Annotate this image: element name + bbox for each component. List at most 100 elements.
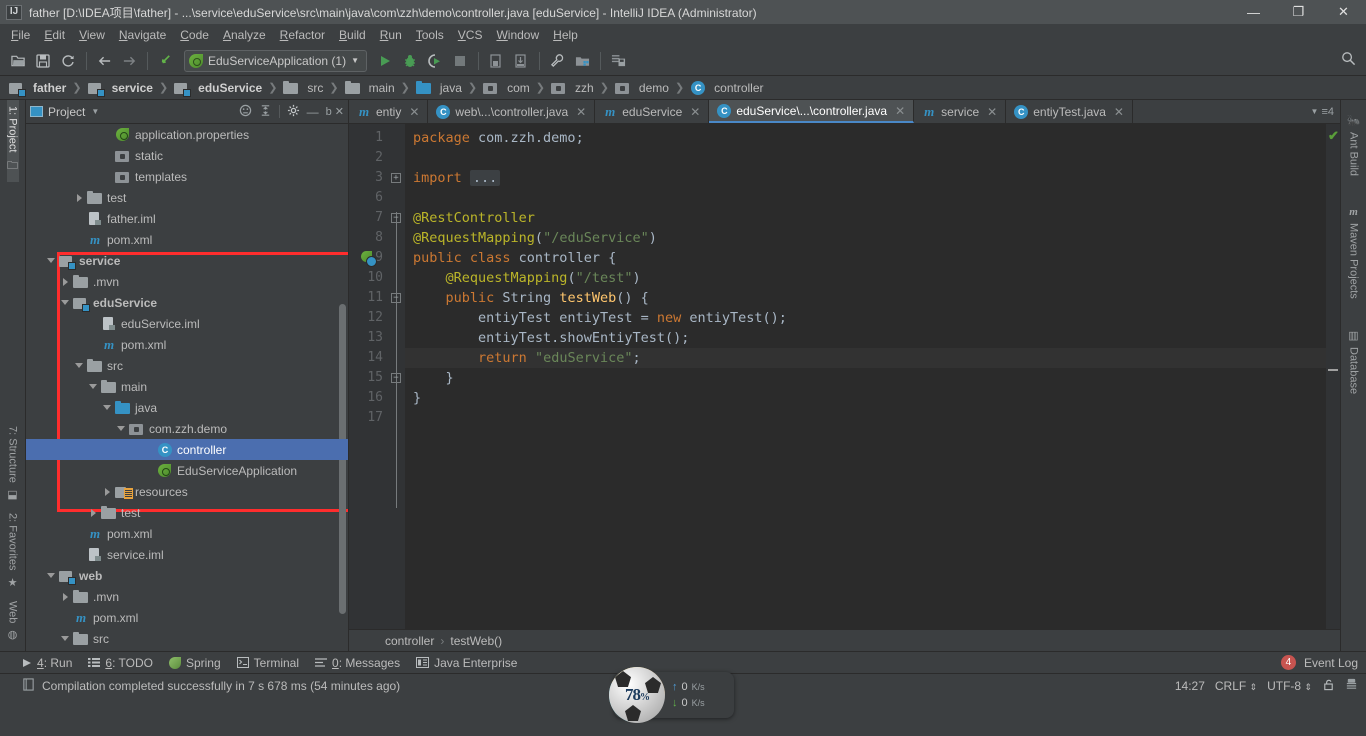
tabs-overflow-count[interactable]: ≡4 [1321,106,1334,118]
gutter-line-9[interactable]: 9 [349,248,405,268]
chevron-down-icon[interactable]: ▼ [1311,107,1319,116]
tree-node[interactable]: templates [26,166,348,187]
readonly-lock-icon[interactable] [1322,678,1335,694]
debug-icon[interactable] [398,49,422,73]
fold-collapse-icon[interactable]: − [391,293,401,303]
menu-item-analyze[interactable]: Analyze [216,26,273,44]
menu-item-tools[interactable]: Tools [409,26,451,44]
scroll-from-source-icon[interactable] [239,104,252,120]
gutter-line-17[interactable]: 17 [349,408,405,428]
save-all-icon[interactable] [31,49,55,73]
editor-tab-service[interactable]: m service ✕ [914,100,1007,123]
menu-item-build[interactable]: Build [332,26,373,44]
minimize-button[interactable]: — [1231,0,1276,24]
tree-node[interactable]: java [26,397,348,418]
menu-item-run[interactable]: Run [373,26,409,44]
chevron-down-icon[interactable] [102,402,113,413]
breadcrumb-class[interactable]: controller [385,634,434,648]
breadcrumb-controller[interactable]: controller [687,79,766,97]
last-edit-location-icon[interactable] [153,49,177,73]
close-icon[interactable]: ✕ [987,105,997,119]
tree-node[interactable]: eduService.iml [26,313,348,334]
gutter-line-1[interactable]: 1 [349,128,405,148]
gutter-line-7[interactable]: 7− [349,208,405,228]
editor-tab-eduservice-controller-java[interactable]: eduService\...\controller.java ✕ [709,100,915,123]
gutter-line-15[interactable]: 15− [349,368,405,388]
chevron-down-icon[interactable] [60,297,71,308]
chevron-right-icon[interactable] [88,507,99,518]
gutter-line-13[interactable]: 13 [349,328,405,348]
breadcrumb-father[interactable]: father [6,79,69,97]
run-icon[interactable] [373,49,397,73]
tool-tab-database[interactable]: ▥ Database [1348,323,1360,400]
chevron-down-icon[interactable]: ▼ [91,107,99,116]
run-with-coverage-icon[interactable] [423,49,447,73]
code-line-8[interactable]: @RequestMapping("/eduService") [405,228,1326,248]
editor-tab-entiy[interactable]: m entiy ✕ [349,100,429,123]
tree-node[interactable]: EduServiceApplication [26,460,348,481]
tree-node[interactable]: m pom.xml [26,607,348,628]
menu-item-edit[interactable]: Edit [37,26,72,44]
menu-item-window[interactable]: Window [489,26,546,44]
gutter-line-10[interactable]: 10 [349,268,405,288]
chevron-right-icon[interactable] [102,486,113,497]
chevron-down-icon[interactable] [74,360,85,371]
tree-node[interactable]: com.zzh.demo [26,418,348,439]
bottom-tool-0-messages[interactable]: 0: Messages [315,656,400,670]
gutter-line-12[interactable]: 12 [349,308,405,328]
back-icon[interactable] [92,49,116,73]
code-line-15[interactable]: } [405,368,1326,388]
tree-node[interactable]: m pom.xml [26,334,348,355]
settings-wrench-icon[interactable] [545,49,569,73]
gear-icon[interactable] [287,104,300,120]
tree-node[interactable]: m pom.xml [26,229,348,250]
bottom-tool-java-enterprise[interactable]: Java Enterprise [416,656,517,670]
tree-node[interactable]: test [26,187,348,208]
tool-tab-web[interactable]: Web ◍ [7,595,19,647]
menu-item-navigate[interactable]: Navigate [112,26,173,44]
tree-node[interactable]: web [26,565,348,586]
fold-expand-icon[interactable]: + [391,173,401,183]
tool-tab-maven-projects[interactable]: m Maven Projects [1348,200,1360,305]
code-line-12[interactable]: entiyTest entiyTest = new entiyTest(); [405,308,1326,328]
breadcrumb-java[interactable]: java [413,79,465,97]
gutter-line-14[interactable]: 14 [349,348,405,368]
tree-node[interactable]: service [26,250,348,271]
chevron-down-icon[interactable]: ▼ [351,56,359,65]
menu-item-view[interactable]: View [72,26,112,44]
close-icon[interactable]: ✕ [690,105,700,119]
breadcrumb-main[interactable]: main [342,79,398,97]
gutter-line-8[interactable]: 8 [349,228,405,248]
chevron-down-icon[interactable] [88,381,99,392]
tree-node[interactable]: m pom.xml [26,523,348,544]
code-line-6[interactable] [405,188,1326,208]
breadcrumb-src[interactable]: src [280,79,326,97]
tree-node[interactable]: father.iml [26,208,348,229]
close-icon[interactable]: ✕ [409,105,419,119]
open-project-icon[interactable] [6,49,30,73]
bottom-tool-6-todo[interactable]: 6: TODO [88,656,153,670]
tool-tab-2-favorites[interactable]: 2: Favorites ★ [7,507,19,594]
close-icon[interactable]: ✕ [895,104,905,118]
stop-icon[interactable] [448,49,472,73]
chevron-down-icon[interactable] [116,423,127,434]
code-line-3[interactable]: import ... [405,168,1326,188]
tree-node[interactable]: static [26,145,348,166]
inspection-stripe[interactable]: ✔ [1326,124,1340,629]
maximize-button[interactable]: ❐ [1276,0,1321,24]
tree-node[interactable]: main [26,376,348,397]
event-log-label[interactable]: Event Log [1304,656,1358,670]
menu-item-vcs[interactable]: VCS [451,26,490,44]
run-configuration-selector[interactable]: EduServiceApplication (1) ▼ [184,49,367,72]
code-line-9[interactable]: public class controller { [405,248,1326,268]
sync-icon[interactable] [56,49,80,73]
collapse-all-icon[interactable] [259,104,272,120]
code-line-11[interactable]: public String testWeb() { [405,288,1326,308]
search-everywhere-icon[interactable] [1341,51,1356,71]
line-separator-widget[interactable]: CRLF ⇕ [1215,679,1257,693]
tree-node[interactable]: eduService [26,292,348,313]
project-file-tree[interactable]: application.properties static templates tes… [26,124,348,651]
gutter-line-16[interactable]: 16 [349,388,405,408]
tree-node[interactable]: test [26,502,348,523]
forward-icon[interactable] [117,49,141,73]
